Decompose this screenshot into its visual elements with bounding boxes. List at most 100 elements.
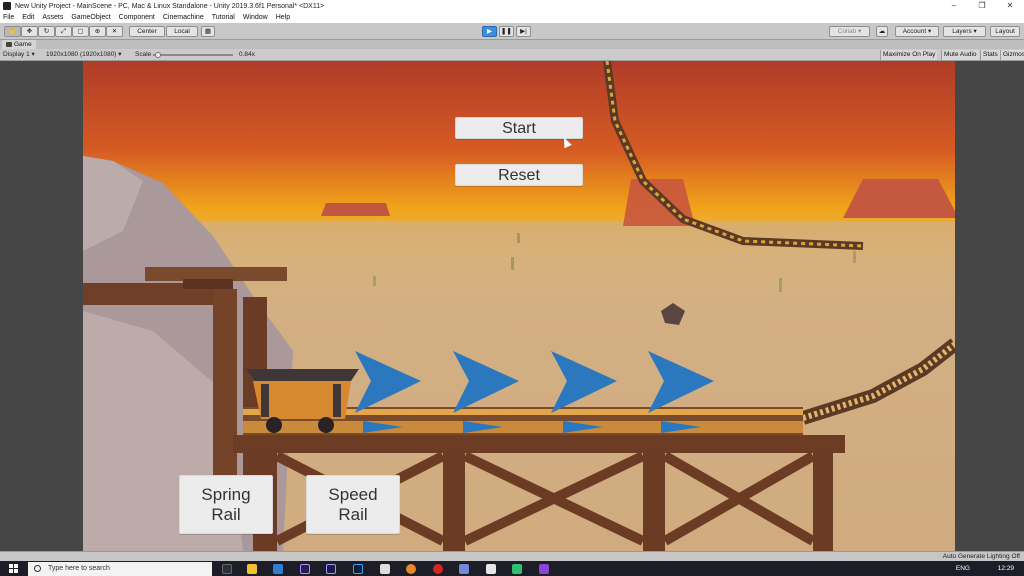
transform-tool-button[interactable]: ⊕ — [89, 26, 106, 37]
snap-button[interactable]: ▦ — [201, 26, 215, 37]
cloud-button[interactable]: ☁ — [876, 26, 888, 37]
display-dropdown[interactable]: Display 1 ▾ — [3, 49, 35, 61]
menu-cinemachine[interactable]: Cinemachine — [163, 14, 204, 21]
layout-label: Layout — [995, 28, 1015, 35]
start-button[interactable]: Start — [455, 117, 583, 139]
pause-button[interactable]: ❚❚ — [499, 26, 514, 37]
unity-logo-icon — [3, 2, 11, 10]
window-controls: – ❐ ✕ — [940, 0, 1024, 12]
speed-rail-button[interactable]: Speed Rail — [306, 475, 400, 534]
scale-value: 0.84x — [239, 51, 255, 58]
menu-component[interactable]: Component — [119, 14, 155, 21]
blender-icon[interactable] — [406, 564, 416, 574]
discord-icon[interactable] — [459, 564, 469, 574]
rotate-tool-button[interactable]: ↻ — [38, 26, 55, 37]
layout-dropdown[interactable]: Layout — [990, 26, 1020, 37]
step-button[interactable]: ▶| — [516, 26, 531, 37]
gizmos-dropdown[interactable]: Gizmos — [1000, 50, 1024, 60]
pivot-label: Center — [137, 28, 157, 35]
scale-slider[interactable] — [153, 52, 233, 58]
spring-rail-button[interactable]: Spring Rail — [179, 475, 273, 534]
window-title: New Unity Project - MainScene - PC, Mac … — [15, 2, 325, 10]
menu-gameobject[interactable]: GameObject — [71, 14, 110, 21]
speed-rail-label-line1: Speed — [328, 485, 378, 504]
mail-icon[interactable] — [273, 564, 283, 574]
menu-assets[interactable]: Assets — [42, 14, 63, 21]
custom-tool-button[interactable]: ✕ — [106, 26, 123, 37]
move-tool-button[interactable]: ✥ — [21, 26, 38, 37]
close-button[interactable]: ✕ — [996, 0, 1024, 12]
unity-editor-icon[interactable] — [486, 564, 496, 574]
windows-taskbar: Type here to search ENG 12:29 — [0, 561, 1024, 576]
visual-studio-icon[interactable] — [539, 564, 549, 574]
main-toolbar: ✋ ✥ ↻ ⤢ ▢ ⊕ ✕ Center Local ▦ ▶ ❚❚ ▶| Col… — [0, 23, 1024, 40]
resolution-dropdown[interactable]: 1920x1080 (1920x1080) ▾ — [46, 49, 122, 61]
premiere-icon[interactable] — [300, 564, 310, 574]
reset-button[interactable]: Reset — [455, 164, 583, 186]
gamepad-icon — [6, 42, 12, 47]
windows-start-icon[interactable] — [9, 564, 18, 573]
scale-slider-handle[interactable] — [155, 52, 161, 58]
window-title-bar: New Unity Project - MainScene - PC, Mac … — [0, 0, 1024, 12]
tray-lang[interactable]: ENG — [956, 561, 970, 576]
restore-button[interactable]: ❐ — [968, 0, 996, 12]
menu-tutorial[interactable]: Tutorial — [212, 14, 235, 21]
menu-bar: File Edit Assets GameObject Component Ci… — [0, 12, 1024, 23]
hand-icon: ✋ — [8, 28, 17, 35]
account-dropdown[interactable]: Account ▾ — [895, 26, 939, 37]
pivot-local-toggle[interactable]: Local — [166, 26, 198, 37]
scale-tool-button[interactable]: ⤢ — [55, 26, 72, 37]
search-icon — [34, 565, 41, 572]
mute-audio-toggle[interactable]: Mute Audio — [941, 50, 979, 60]
status-bar: Auto Generate Lighting Off — [0, 551, 1024, 561]
collab-dropdown[interactable]: Collab ▾ — [829, 26, 870, 37]
space-label: Local — [174, 28, 190, 35]
stats-toggle[interactable]: Stats — [980, 50, 1000, 60]
layers-dropdown[interactable]: Layers ▾ — [943, 26, 986, 37]
after-effects-icon[interactable] — [326, 564, 336, 574]
rotate-icon: ↻ — [43, 28, 50, 35]
step-icon: ▶| — [520, 28, 527, 35]
hand-tool-button[interactable]: ✋ — [4, 26, 21, 37]
rect-icon: ▢ — [77, 28, 84, 35]
spring-rail-label-line1: Spring — [201, 485, 251, 504]
pivot-center-toggle[interactable]: Center — [129, 26, 165, 37]
tab-game-label: Game — [14, 41, 32, 48]
tab-strip: Game — [0, 40, 1024, 49]
scale-label: Scale — [135, 51, 152, 58]
game-view-toolbar: Display 1 ▾ 1920x1080 (1920x1080) ▾ Scal… — [0, 49, 1024, 61]
unity-hub-icon[interactable] — [380, 564, 390, 574]
tray-time[interactable]: 12:29 — [998, 561, 1014, 576]
menu-edit[interactable]: Edit — [22, 14, 34, 21]
move-icon: ✥ — [26, 28, 33, 35]
wrench-icon: ✕ — [111, 28, 118, 35]
menu-window[interactable]: Window — [243, 14, 268, 21]
grid-icon: ▦ — [204, 28, 212, 35]
play-icon: ▶ — [487, 28, 492, 35]
minimize-button[interactable]: – — [940, 0, 968, 12]
spring-rail-label-line2: Rail — [211, 505, 241, 524]
rect-tool-button[interactable]: ▢ — [72, 26, 89, 37]
transform-icon: ⊕ — [94, 28, 101, 35]
tab-game[interactable]: Game — [2, 40, 36, 49]
photoshop-icon[interactable] — [353, 564, 363, 574]
opera-icon[interactable] — [433, 564, 443, 574]
app-icon[interactable] — [512, 564, 522, 574]
menu-help[interactable]: Help — [276, 14, 290, 21]
game-view-area: Start Reset Spring Rail Speed Rail — [0, 61, 1024, 551]
account-label: Account ▾ — [902, 28, 932, 35]
game-viewport[interactable]: Start Reset Spring Rail Speed Rail — [83, 61, 955, 551]
cloud-icon: ☁ — [878, 28, 886, 35]
search-placeholder: Type here to search — [48, 565, 110, 572]
scale-icon: ⤢ — [60, 28, 67, 35]
maximize-on-play-toggle[interactable]: Maximize On Play — [880, 50, 938, 60]
collab-label: Collab ▾ — [837, 28, 862, 35]
play-button[interactable]: ▶ — [482, 26, 497, 37]
file-explorer-icon[interactable] — [247, 564, 257, 574]
menu-file[interactable]: File — [3, 14, 14, 21]
layers-label: Layers ▾ — [952, 28, 977, 35]
pause-icon: ❚❚ — [501, 28, 512, 35]
taskbar-search-input[interactable]: Type here to search — [28, 562, 212, 576]
speed-rail-label-line2: Rail — [338, 505, 368, 524]
task-view-icon[interactable] — [222, 564, 232, 574]
